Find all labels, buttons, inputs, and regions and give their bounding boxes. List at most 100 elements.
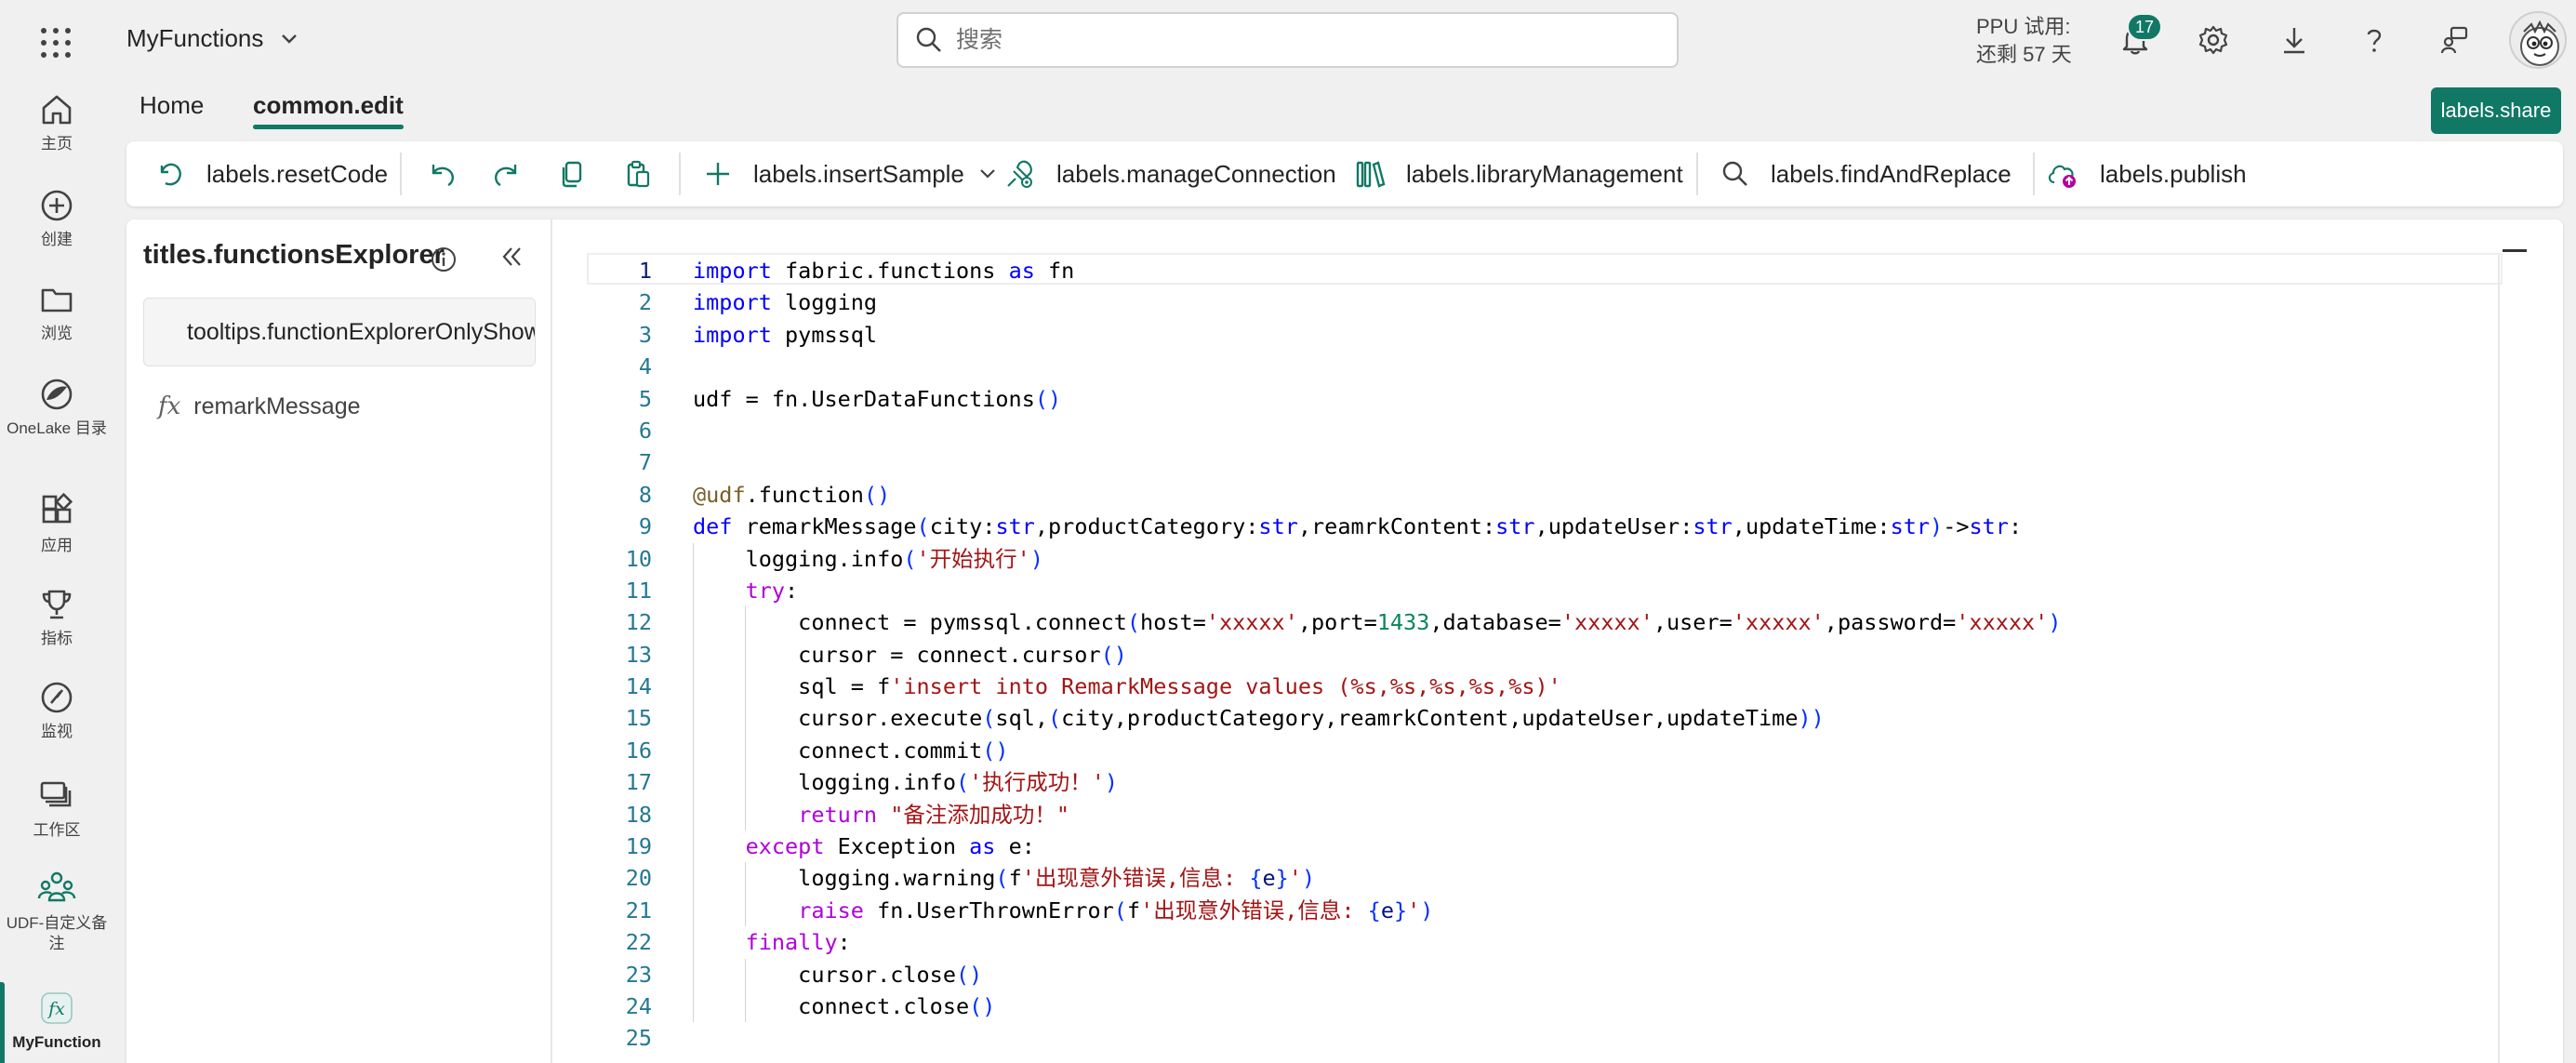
- paste-button[interactable]: [621, 157, 655, 191]
- collapse-pane-button[interactable]: [495, 240, 528, 273]
- code-text: connect.close(): [693, 992, 996, 1019]
- rail-item-home[interactable]: 主页: [0, 89, 113, 154]
- code-line[interactable]: 2 import logging: [587, 286, 2528, 318]
- chevron-down-icon: [282, 33, 298, 44]
- workspaces-icon: [36, 776, 77, 817]
- download-icon: [2284, 28, 2304, 54]
- tab-home[interactable]: Home: [139, 91, 204, 129]
- code-line[interactable]: 25: [587, 1022, 2528, 1054]
- help-button[interactable]: [2355, 20, 2394, 60]
- app-launcher-icon[interactable]: [38, 25, 73, 60]
- rail-item-create[interactable]: 创建: [0, 185, 113, 250]
- line-number: 21: [625, 897, 652, 923]
- code-line[interactable]: 11 try:: [587, 574, 2528, 607]
- code-line[interactable]: 18 return "备注添加成功！": [587, 798, 2528, 831]
- rail-label: 应用: [41, 537, 73, 554]
- line-number: 15: [625, 705, 652, 732]
- code-line[interactable]: 4: [587, 351, 2528, 382]
- search-box[interactable]: [896, 12, 1679, 68]
- code-line[interactable]: 17 logging.info('执行成功！'): [587, 766, 2528, 799]
- manage-connection-button[interactable]: labels.manageConnection: [1004, 141, 1336, 206]
- apps-icon: [36, 491, 77, 532]
- tab-edit[interactable]: common.edit: [253, 91, 404, 129]
- rail-label: 指标: [41, 630, 73, 647]
- code-line[interactable]: 5 udf = fn.UserDataFunctions(): [587, 383, 2528, 415]
- redo-button[interactable]: [489, 157, 523, 191]
- code-text: logging.warning(f'出现意外错误,信息: {e}'): [693, 865, 1316, 892]
- rail-item-metrics[interactable]: 指标: [0, 584, 113, 649]
- trial-status: PPU 试用: 还剩 57 天: [1976, 13, 2072, 69]
- line-number: 10: [625, 545, 652, 572]
- download-button[interactable]: [2275, 20, 2314, 60]
- rail-item-myfunction[interactable]: fx MyFunction: [0, 982, 113, 1063]
- toolbar-divider: [679, 153, 681, 195]
- onelake-icon: [36, 374, 77, 415]
- line-number: 18: [625, 801, 652, 828]
- explorer-banner-text: tooltips.functionExplorerOnlyShow: [187, 318, 536, 345]
- manage-connection-label: labels.manageConnection: [1056, 159, 1336, 188]
- info-icon[interactable]: [430, 246, 458, 273]
- user-avatar[interactable]: [2509, 11, 2567, 69]
- rail-item-workspaces[interactable]: 工作区: [0, 776, 113, 841]
- publish-label: labels.publish: [2100, 159, 2247, 188]
- insert-sample-dropdown[interactable]: labels.insertSample: [703, 141, 996, 206]
- code-line[interactable]: 22 finally:: [587, 926, 2528, 959]
- code-line[interactable]: 10 logging.info('开始执行'): [587, 542, 2528, 575]
- app-name: MyFunctions: [126, 24, 264, 52]
- line-number: 2: [638, 289, 652, 316]
- line-number: 16: [625, 737, 652, 764]
- code-line[interactable]: 8 @udf.function(): [587, 479, 2528, 511]
- rail-item-udf-workspace[interactable]: UDF-自定义备注: [0, 869, 113, 954]
- code-line[interactable]: 15 cursor.execute(sql,(city,productCateg…: [587, 702, 2528, 735]
- settings-button[interactable]: [2194, 20, 2233, 60]
- rail-item-monitor[interactable]: 监视: [0, 677, 113, 742]
- code-text: cursor.execute(sql,(city,productCategory…: [693, 705, 1825, 732]
- code-line[interactable]: 3 import pymssql: [587, 319, 2528, 351]
- function-icon: fx: [36, 988, 77, 1029]
- share-button[interactable]: labels.share: [2431, 87, 2561, 134]
- code-line[interactable]: 13 cursor = connect.cursor(): [587, 638, 2528, 671]
- code-line[interactable]: 7: [587, 446, 2528, 478]
- library-management-button[interactable]: labels.libraryManagement: [1354, 141, 1683, 206]
- line-number: 7: [638, 449, 652, 476]
- app-name-dropdown[interactable]: MyFunctions: [126, 24, 299, 53]
- code-line[interactable]: 9 def remarkMessage(city:str,productCateg…: [587, 511, 2528, 542]
- code-line[interactable]: 14 sql = f'insert into RemarkMessage val…: [587, 671, 2528, 703]
- line-number: 1: [638, 258, 652, 284]
- line-number: 3: [638, 321, 652, 348]
- code-line[interactable]: 1 import fabric.functions as fn: [587, 255, 2528, 286]
- code-text: raise fn.UserThrownError(f'出现意外错误,信息: {e…: [798, 897, 1434, 923]
- rail-item-onelake[interactable]: OneLake 目录: [0, 374, 113, 439]
- undo-button[interactable]: [426, 157, 459, 191]
- line-number: 25: [625, 1025, 652, 1052]
- create-plus-icon: [36, 185, 77, 226]
- rail-item-browse[interactable]: 浏览: [0, 279, 113, 344]
- code-text: def remarkMessage(city:str,productCatego…: [693, 513, 2023, 540]
- rail-item-apps[interactable]: 应用: [0, 491, 113, 556]
- code-text: try:: [745, 577, 799, 604]
- publish-button[interactable]: labels.publish: [2046, 141, 2247, 206]
- feedback-button[interactable]: [2435, 20, 2474, 60]
- code-text: cursor = connect.cursor(): [693, 641, 1127, 668]
- search-icon: [916, 27, 941, 52]
- code-line[interactable]: 12 connect = pymssql.connect(host='xxxxx…: [587, 606, 2528, 639]
- code-line[interactable]: 24 connect.close(): [587, 990, 2528, 1023]
- reset-code-button[interactable]: labels.resetCode: [154, 141, 388, 206]
- code-line[interactable]: 19 except Exception as e:: [587, 830, 2528, 863]
- svg-text:fx: fx: [46, 999, 65, 1019]
- code-line[interactable]: 16 connect.commit(): [587, 734, 2528, 767]
- code-editor[interactable]: 1 import fabric.functions as fn 2 import lo…: [587, 249, 2528, 1063]
- workspace-people-icon: [36, 869, 77, 910]
- ribbon-toolbar: labels.resetCode labels.insertSample lab…: [126, 141, 2563, 206]
- function-list-item[interactable]: fx remarkMessage: [158, 392, 361, 420]
- copy-button[interactable]: [556, 157, 590, 191]
- code-line[interactable]: 21 raise fn.UserThrownError(f'出现意外错误,信息:…: [587, 894, 2528, 927]
- find-and-replace-button[interactable]: labels.findAndReplace: [1720, 141, 2012, 206]
- search-input[interactable]: [956, 26, 1677, 54]
- code-line[interactable]: 6: [587, 415, 2528, 446]
- folder-icon: [36, 279, 77, 320]
- code-line[interactable]: 23 cursor.close(): [587, 958, 2528, 990]
- chevron-down-icon: [980, 169, 995, 179]
- code-line[interactable]: 20 logging.warning(f'出现意外错误,信息: {e}'): [587, 862, 2528, 895]
- redo-icon: [495, 165, 517, 187]
